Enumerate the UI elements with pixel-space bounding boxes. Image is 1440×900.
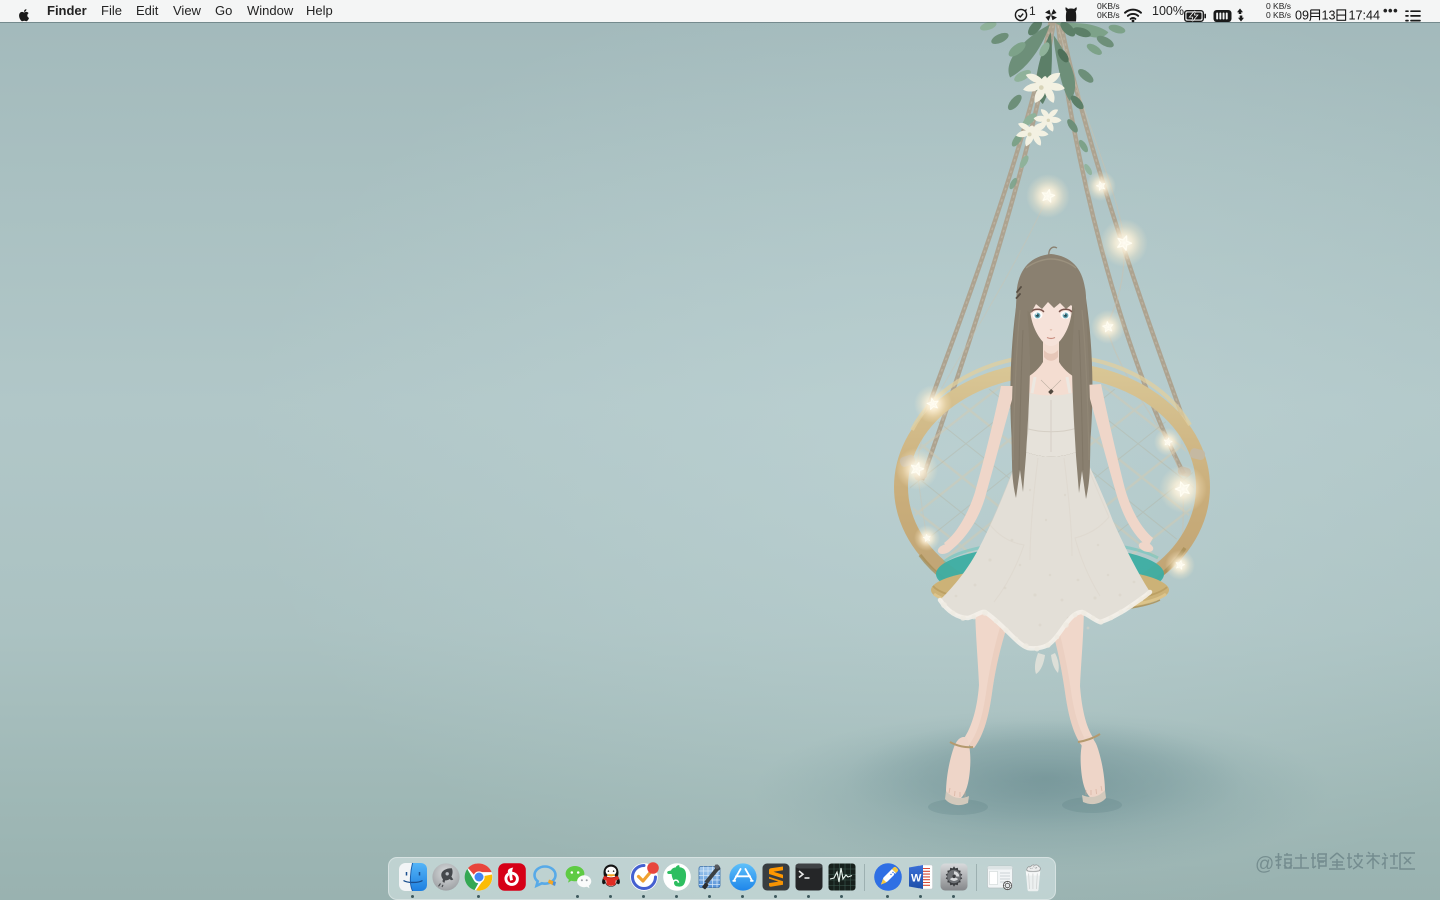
svg-text:W: W <box>911 873 922 885</box>
svg-text:17:44: 17:44 <box>1349 8 1381 22</box>
svg-text:09: 09 <box>1295 8 1309 22</box>
svg-text:13: 13 <box>1322 8 1336 22</box>
svg-text:@: @ <box>1255 854 1274 875</box>
